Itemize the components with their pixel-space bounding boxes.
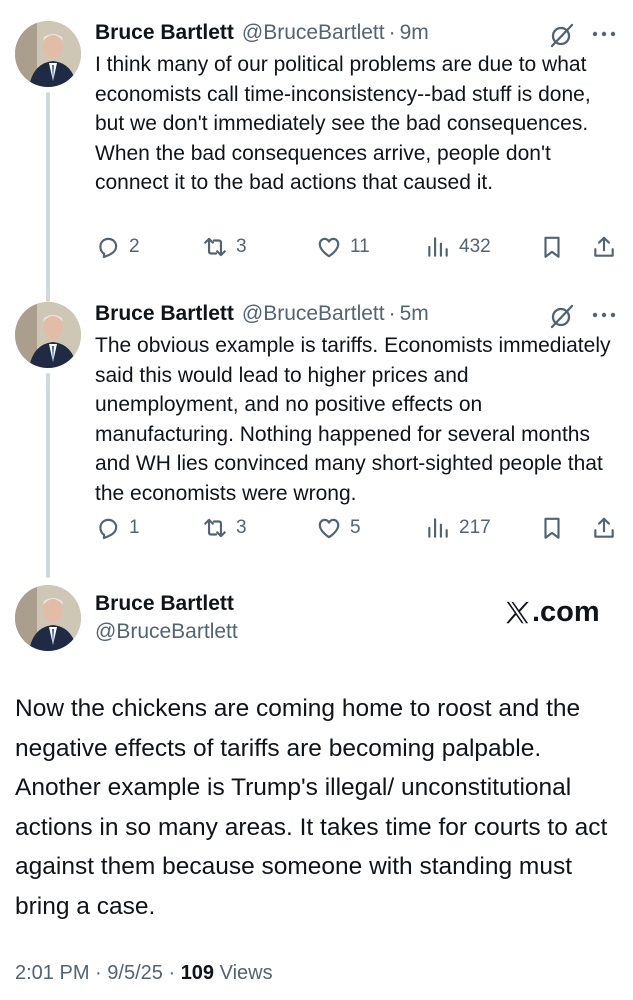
- share-icon: [594, 517, 614, 538]
- post-time[interactable]: 9m: [400, 21, 429, 45]
- display-name[interactable]: Bruce Bartlett: [95, 21, 234, 45]
- repost-icon: [204, 518, 226, 538]
- share-button[interactable]: [591, 232, 617, 262]
- tweet-header: Bruce Bartlett @BruceBartlett · 9m: [95, 21, 429, 47]
- reply-count: 1: [129, 517, 140, 538]
- post-date[interactable]: 9/5/25: [107, 962, 163, 984]
- grok-icon[interactable]: [549, 303, 575, 329]
- repost-button[interactable]: 3: [202, 513, 247, 543]
- like-button[interactable]: 5: [316, 513, 361, 543]
- separator-dot: ·: [168, 962, 176, 984]
- repost-button[interactable]: 3: [202, 232, 247, 262]
- username[interactable]: @BruceBartlett: [95, 620, 238, 644]
- like-icon: [318, 518, 340, 539]
- avatar[interactable]: [15, 21, 81, 87]
- grok-icon[interactable]: [549, 22, 575, 48]
- brand-text: .com: [532, 596, 600, 628]
- post-text: Now the chickens are coming home to roos…: [15, 695, 608, 920]
- bookmark-icon: [544, 517, 560, 539]
- bookmark-icon: [544, 236, 560, 258]
- reply-button[interactable]: 2: [95, 232, 140, 262]
- separator-dot: ·: [95, 962, 102, 984]
- separator-dot: ·: [388, 302, 396, 325]
- views-icon: [428, 237, 448, 257]
- post-time[interactable]: 2:01 PM: [15, 962, 89, 984]
- tweet-text: I think many of our political problems a…: [95, 53, 591, 194]
- views-count: 109: [180, 962, 215, 984]
- reply-count: 2: [129, 236, 140, 257]
- like-icon: [318, 237, 340, 258]
- more-icon[interactable]: [590, 27, 618, 41]
- reply-icon: [99, 237, 118, 259]
- views-button[interactable]: 217: [425, 513, 491, 543]
- views-label: Views: [219, 962, 273, 984]
- like-button[interactable]: 11: [316, 232, 370, 262]
- like-count: 11: [350, 236, 370, 257]
- views-count: 432: [459, 236, 491, 257]
- share-button[interactable]: [591, 513, 617, 543]
- post-meta: 2:01 PM · 9/5/25 · 109 Views: [15, 962, 273, 985]
- bookmark-button[interactable]: [539, 232, 565, 262]
- views-button[interactable]: 432: [425, 232, 491, 262]
- share-icon: [594, 236, 614, 257]
- x-logo-icon: [506, 601, 529, 624]
- tweet-text: The obvious example is tariffs. Economis…: [95, 334, 611, 505]
- action-bar: 2 3 11 432: [95, 232, 623, 262]
- more-icon[interactable]: [590, 308, 618, 322]
- repost-count: 3: [236, 236, 247, 257]
- tweet-header: Bruce Bartlett @BruceBartlett · 5m: [95, 302, 429, 328]
- repost-icon: [204, 237, 226, 257]
- x-com-brand: .com: [504, 596, 600, 629]
- avatar[interactable]: [15, 302, 81, 368]
- tweet[interactable]: Bruce Bartlett @BruceBartlett · 5m The o…: [0, 302, 633, 552]
- like-count: 5: [350, 517, 361, 538]
- views-icon: [428, 518, 448, 538]
- tweet[interactable]: Bruce Bartlett @BruceBartlett · 9m I thi…: [0, 21, 633, 271]
- display-name[interactable]: Bruce Bartlett: [95, 302, 234, 326]
- repost-count: 3: [236, 517, 247, 538]
- views-count: 217: [459, 517, 491, 538]
- action-bar: 1 3 5 217: [95, 513, 623, 543]
- display-name[interactable]: Bruce Bartlett: [95, 592, 234, 616]
- post-time[interactable]: 5m: [400, 302, 429, 326]
- username[interactable]: @BruceBartlett: [242, 21, 385, 45]
- username[interactable]: @BruceBartlett: [242, 302, 385, 326]
- separator-dot: ·: [388, 21, 396, 44]
- bookmark-button[interactable]: [539, 513, 565, 543]
- reply-icon: [99, 518, 118, 540]
- avatar[interactable]: [15, 585, 81, 651]
- reply-button[interactable]: 1: [95, 513, 140, 543]
